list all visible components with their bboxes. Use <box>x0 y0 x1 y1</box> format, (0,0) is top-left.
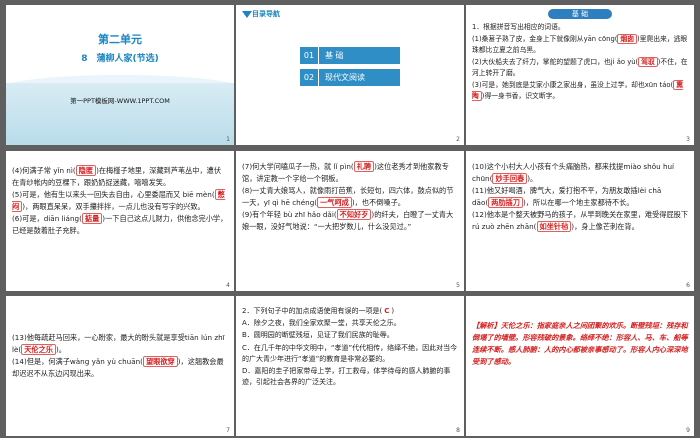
site-label: 第一PPT模板网-WWW.1PPT.COM <box>70 97 170 105</box>
answer-box: 烟囱 <box>617 34 637 44</box>
answer-box: 礼聘 <box>353 161 375 172</box>
slide-number: 2 <box>456 136 460 143</box>
answer-box: 两肋插刀 <box>488 196 523 208</box>
section-heading: 目录导航 <box>252 10 280 18</box>
slide-thumbnail-8[interactable]: 2．下列句子中的加点成语使用有误的一项是(C) A．除夕之夜，我们全家欢聚一堂，… <box>236 296 464 436</box>
exercise-text: (10)这个小村大人小孩有个头痛脑热，都来找提miào shǒu huí chū… <box>472 162 689 232</box>
slide-thumbnail-7[interactable]: (13)他每疏赶马回来，一心盼家，最大的盼头就是享受tiān lún zhī l… <box>6 296 234 436</box>
unit-title: 第二单元 <box>98 33 142 46</box>
toc-item[interactable]: 02 现代文阅读 <box>300 69 400 86</box>
exercise-text: (7)何大学问嗑瓜子一热，就 lǐ pìn(礼聘)这位老秀才到他家教专馆，讲定教… <box>242 161 454 231</box>
wave-decoration <box>6 83 234 145</box>
exercise-text: 1．根据拼音写出相应的词语。 (1)桑葚子熟了皮，金身上下就像刚从yān cōn… <box>472 23 688 101</box>
answer-box: 妙手回春 <box>492 172 528 184</box>
exercise-text: (4)何满子常 yǐn nì(隐匿)在梅槿子地里，深藏到芦苇丛中，遭伏在青纱帐内… <box>12 165 228 235</box>
answer-box: 望眼欲穿 <box>142 356 178 368</box>
answer-box: 如坐针毡 <box>536 220 572 232</box>
slide-thumbnail-2[interactable]: 目录导航 01 基 础 02 现代文阅读 2 <box>236 5 464 145</box>
slide-thumbnail-6[interactable]: (10)这个小村大人小孩有个头痛脑热，都来找提miào shǒu huí chū… <box>466 151 694 291</box>
answer-box: 不知好歹 <box>336 209 372 221</box>
slide-number: 8 <box>456 427 460 434</box>
slide-thumbnail-9[interactable]: 【解析】天伦之乐：指家庭亲人之间团聚的欢乐。断壁残垣：残存和倒塌了的墙壁。形容残… <box>466 296 694 436</box>
section-badge: 基 础 <box>548 9 612 19</box>
answer-box: 掂量 <box>81 213 103 225</box>
slide-number: 5 <box>456 282 460 289</box>
answer-box: 驾驭 <box>638 57 658 67</box>
slide-number: 6 <box>686 282 690 289</box>
slide-thumbnail-1[interactable]: 第二单元 8 蒲柳人家(节选) 第一PPT模板网-WWW.1PPT.COM 1 <box>6 5 234 145</box>
slide-number: 1 <box>226 136 230 143</box>
exercise-text: 2．下列句子中的加点成语使用有误的一项是(C) A．除夕之夜，我们全家欢聚一堂，… <box>242 307 458 387</box>
slide-number: 3 <box>686 136 690 143</box>
slide-number: 7 <box>226 427 230 434</box>
answer-box: 天伦之乐 <box>21 343 56 355</box>
slide-thumbnail-3[interactable]: 基 础 1．根据拼音写出相应的词语。 (1)桑葚子熟了皮，金身上下就像刚从yān… <box>466 5 694 145</box>
slide-thumbnail-5[interactable]: (7)何大学问嗑瓜子一热，就 lǐ pìn(礼聘)这位老秀才到他家教专馆，讲定教… <box>236 151 464 291</box>
toc-item[interactable]: 01 基 础 <box>300 47 400 64</box>
slide-number: 9 <box>686 427 690 434</box>
slide-thumbnail-4[interactable]: (4)何满子常 yǐn nì(隐匿)在梅槿子地里，深藏到芦苇丛中，遭伏在青纱帐内… <box>6 151 234 291</box>
explanation-text: 【解析】天伦之乐：指家庭亲人之间团聚的欢乐。断壁残垣：残存和倒塌了的墙壁。形容残… <box>472 321 688 366</box>
answer-box: 隐匿 <box>75 165 97 176</box>
triangle-marker-icon <box>242 11 252 18</box>
slide-number: 4 <box>226 282 230 289</box>
answer-box: 一气呵成 <box>317 196 352 208</box>
answer-box: C <box>384 307 390 315</box>
exercise-text: (13)他每疏赶马回来，一心盼家，最大的盼头就是享受tiān lún zhī l… <box>12 333 225 378</box>
lesson-title: 8 蒲柳人家(节选) <box>81 54 159 64</box>
